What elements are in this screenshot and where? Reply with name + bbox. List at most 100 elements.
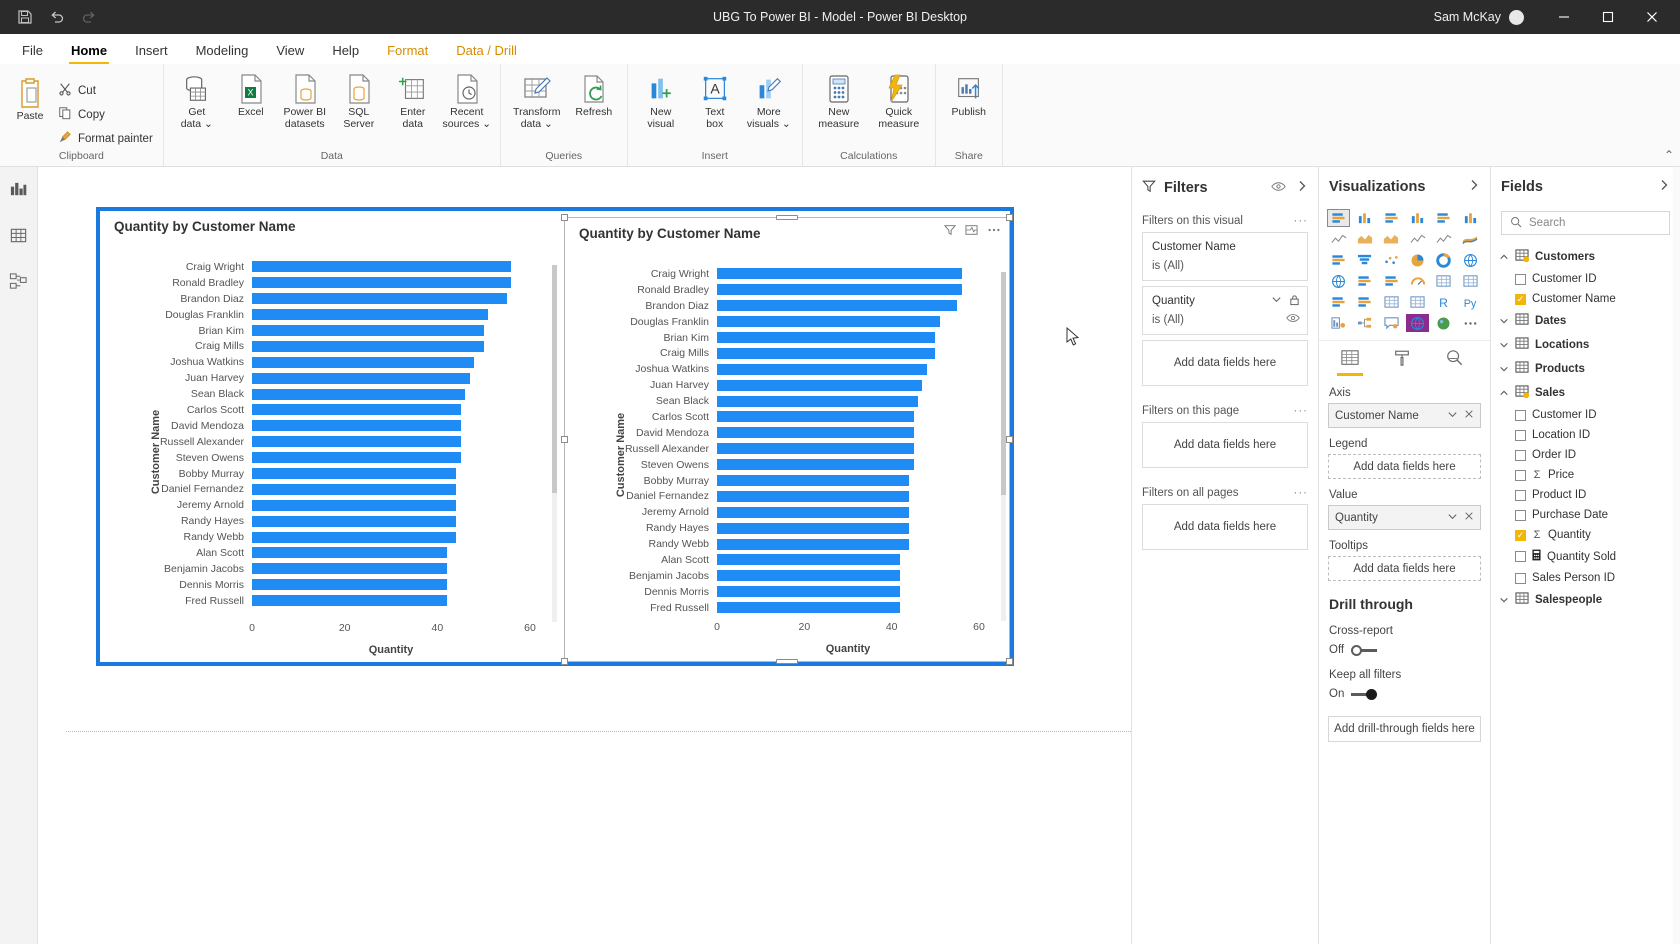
copy-button[interactable]: Copy xyxy=(54,104,157,125)
fields-field-row[interactable]: ✓Customer Name xyxy=(1491,289,1680,309)
bar[interactable] xyxy=(252,500,456,511)
field-checkbox[interactable] xyxy=(1515,274,1526,285)
fields-field-row[interactable]: Customer ID xyxy=(1491,405,1680,425)
tab-help[interactable]: Help xyxy=(318,39,373,64)
bar-row[interactable]: David Mendoza xyxy=(599,425,979,441)
bar-row[interactable]: Douglas Franklin xyxy=(134,307,530,323)
bar[interactable] xyxy=(717,348,935,359)
resize-handle-s[interactable] xyxy=(776,659,798,664)
bar[interactable] xyxy=(252,420,461,431)
bar[interactable] xyxy=(252,293,507,304)
treemap-icon[interactable] xyxy=(1459,251,1482,269)
bar-row[interactable]: Benjamin Jacobs xyxy=(599,568,979,584)
bar[interactable] xyxy=(717,602,900,613)
chart-scrollbar-left[interactable] xyxy=(552,265,557,622)
refresh-button[interactable]: Refresh xyxy=(567,68,621,118)
bar-row[interactable]: Joshua Watkins xyxy=(599,361,979,377)
fields-field-row[interactable]: Customer ID xyxy=(1491,269,1680,289)
bar[interactable] xyxy=(717,268,962,279)
table-icon[interactable] xyxy=(1380,293,1403,311)
clustered-bar-chart-icon[interactable] xyxy=(1380,209,1403,227)
bar[interactable] xyxy=(717,475,909,486)
sidebar-item-report-view[interactable] xyxy=(4,177,34,205)
fields-field-row[interactable]: Location ID xyxy=(1491,425,1680,445)
fields-field-row[interactable]: Sales Person ID xyxy=(1491,568,1680,588)
waterfall-chart-icon[interactable] xyxy=(1327,251,1350,269)
bar[interactable] xyxy=(717,332,935,343)
save-icon[interactable] xyxy=(16,8,34,26)
bar[interactable] xyxy=(717,396,918,407)
cut-button[interactable]: Cut xyxy=(54,80,157,101)
filter-icon[interactable] xyxy=(944,224,956,236)
selected-visual-container[interactable]: Quantity by Customer Name Customer Name … xyxy=(96,207,1014,666)
area-chart-icon[interactable] xyxy=(1353,230,1376,248)
matrix-icon[interactable] xyxy=(1406,293,1429,311)
bar-row[interactable]: Ronald Bradley xyxy=(134,275,530,291)
bar[interactable] xyxy=(252,547,447,558)
slicer-icon[interactable] xyxy=(1353,293,1376,311)
cross-report-toggle[interactable] xyxy=(1351,645,1377,656)
bar-row[interactable]: Fred Russell xyxy=(599,600,979,616)
tab-modeling[interactable]: Modeling xyxy=(182,39,263,64)
bar-row[interactable]: Randy Webb xyxy=(599,536,979,552)
bar-row[interactable]: Craig Wright xyxy=(599,266,979,282)
filters-page-dropzone[interactable]: Add data fields here xyxy=(1142,422,1308,468)
fields-field-row[interactable]: Quantity Sold xyxy=(1491,545,1680,568)
bar-row[interactable]: Ronald Bradley xyxy=(599,282,979,298)
bar-row[interactable]: Juan Harvey xyxy=(134,370,530,386)
line-stacked-column-icon[interactable] xyxy=(1406,230,1429,248)
minimize-button[interactable] xyxy=(1542,0,1586,34)
bar[interactable] xyxy=(252,389,465,400)
bar[interactable] xyxy=(252,484,456,495)
bar-row[interactable]: Brandon Diaz xyxy=(134,291,530,307)
multi-row-card-icon[interactable] xyxy=(1459,272,1482,290)
field-checkbox[interactable] xyxy=(1515,430,1526,441)
bar-row[interactable]: Daniel Fernandez xyxy=(134,481,530,497)
focus-mode-icon[interactable] xyxy=(965,224,978,236)
bar-row[interactable]: Randy Webb xyxy=(134,529,530,545)
keep-all-filters-toggle-row[interactable]: On xyxy=(1319,685,1490,706)
field-checkbox[interactable]: ✓ xyxy=(1515,294,1526,305)
bar-row[interactable]: Fred Russell xyxy=(134,593,530,609)
bar[interactable] xyxy=(717,586,900,597)
r-script-icon[interactable]: R xyxy=(1432,293,1455,311)
fields-table-row[interactable]: Salespeople xyxy=(1491,588,1680,612)
fields-field-row[interactable]: Product ID xyxy=(1491,485,1680,505)
resize-handle-n[interactable] xyxy=(776,215,798,220)
chevron-up-icon[interactable] xyxy=(1499,252,1509,262)
tab-data-drill[interactable]: Data / Drill xyxy=(442,39,531,64)
drill-through-dropzone[interactable]: Add drill-through fields here xyxy=(1328,716,1481,742)
decomposition-tree-icon[interactable] xyxy=(1353,314,1376,332)
key-influencers-icon[interactable] xyxy=(1327,314,1350,332)
bar-row[interactable]: Craig Mills xyxy=(599,345,979,361)
bar-row[interactable]: Randy Hayes xyxy=(134,513,530,529)
expand-chevron-icon[interactable] xyxy=(1468,179,1480,195)
tab-view[interactable]: View xyxy=(262,39,318,64)
redo-icon[interactable] xyxy=(80,8,98,26)
eye-icon[interactable] xyxy=(1286,313,1300,326)
new-measure-button[interactable]: New measure xyxy=(809,68,869,130)
bar[interactable] xyxy=(252,436,461,447)
search-input[interactable]: Search xyxy=(1501,211,1670,235)
paste-button[interactable]: Paste xyxy=(6,72,54,122)
fields-table-row[interactable]: Products xyxy=(1491,357,1680,381)
stacked-bar-chart-icon[interactable] xyxy=(1327,209,1350,227)
donut-chart-icon[interactable] xyxy=(1432,251,1455,269)
bar[interactable] xyxy=(717,570,900,581)
fields-field-row[interactable]: ΣPrice xyxy=(1491,465,1680,485)
filter-card-customer-name[interactable]: Customer Name is (All) xyxy=(1142,232,1308,281)
cross-report-toggle-row[interactable]: Off xyxy=(1319,641,1490,662)
maximize-button[interactable] xyxy=(1586,0,1630,34)
bar-row[interactable]: Brian Kim xyxy=(599,330,979,346)
chevron-down-icon[interactable] xyxy=(1499,595,1509,605)
scatter-chart-icon[interactable] xyxy=(1380,251,1403,269)
eye-icon[interactable] xyxy=(1271,180,1286,196)
ribbon-chart-icon[interactable] xyxy=(1459,230,1482,248)
remove-field-icon[interactable] xyxy=(1464,409,1474,423)
bar[interactable] xyxy=(252,277,511,288)
bar[interactable] xyxy=(717,364,927,375)
bar-row[interactable]: Douglas Franklin xyxy=(599,314,979,330)
bar-row[interactable]: Steven Owens xyxy=(134,450,530,466)
bar[interactable] xyxy=(717,300,957,311)
well-tooltips[interactable]: Add data fields here xyxy=(1328,556,1481,581)
